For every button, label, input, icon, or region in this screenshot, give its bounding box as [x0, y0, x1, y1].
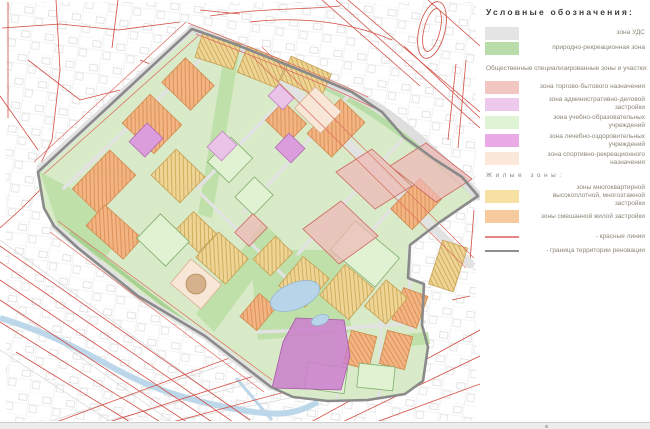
legend-item-uds: зона УДС: [485, 27, 646, 40]
legend-label: зона учебно-образовательных учреждений: [519, 114, 646, 130]
legend-item-mixed: зоны смешанной жилой застройки: [485, 210, 646, 223]
scrollbar-marker: [545, 425, 548, 428]
legend-panel: Условные обозначения: зона УДС природно-…: [480, 0, 650, 421]
legend-label: зоны многоквартирной высокоплотной, мног…: [527, 184, 646, 208]
masterplan-map: [0, 0, 480, 421]
swatch-mixed: [485, 210, 519, 223]
legend-item-trade: зона торгово-бытового назначения: [485, 81, 646, 94]
map-viewport[interactable]: [0, 0, 480, 421]
legend-label: - граница территории реновации: [519, 247, 646, 255]
legend-item-edu: зона учебно-образовательных учреждений: [485, 114, 646, 130]
legend-label: зона торгово-бытового назначения: [519, 83, 646, 91]
legend-label: природно-рекреационная зона: [519, 44, 646, 52]
horizontal-scrollbar[interactable]: [0, 422, 650, 429]
legend-label: зона УДС: [519, 29, 646, 37]
legend-item-admin: зона административно-деловой застройки: [485, 96, 646, 112]
legend-item-sport: зона спортивно-рекреационного назначения: [485, 151, 646, 167]
stadium-circle: [186, 274, 206, 294]
legend-label: зона спортивно-рекреационного назначения: [519, 151, 646, 167]
legend-item-multistorey: зоны многоквартирной высокоплотной, мног…: [485, 184, 646, 208]
swatch-med: [485, 134, 519, 147]
swatch-multistorey: [485, 190, 519, 203]
swatch-edu: [485, 116, 519, 129]
swatch-border-line: [485, 250, 519, 252]
legend-item-redlines: - красные линии: [485, 232, 646, 242]
swatch-sport: [485, 152, 519, 165]
legend-title: Условные обозначения:: [486, 7, 646, 17]
legend-label: - красные линии: [519, 233, 646, 241]
legend-label: зоны смешанной жилой застройки: [519, 213, 646, 221]
legend-header-residential: Жилые зоны:: [486, 172, 646, 179]
swatch-nature: [485, 42, 519, 55]
swatch-uds: [485, 27, 519, 40]
swatch-red-line: [485, 236, 519, 238]
legend-label: зона административно-деловой застройки: [519, 96, 646, 112]
legend-header-public: Общественные специализированные зоны и у…: [486, 65, 646, 72]
renovation-masterplan-page: Условные обозначения: зона УДС природно-…: [0, 0, 650, 429]
legend-label: зона лечебно-оздоровительных учреждений: [519, 133, 646, 149]
swatch-admin: [485, 98, 519, 111]
legend-item-border: - граница территории реновации: [485, 244, 646, 257]
legend-item-nature: природно-рекреационная зона: [485, 42, 646, 55]
swatch-trade: [485, 81, 519, 94]
legend-item-med: зона лечебно-оздоровительных учреждений: [485, 133, 646, 149]
